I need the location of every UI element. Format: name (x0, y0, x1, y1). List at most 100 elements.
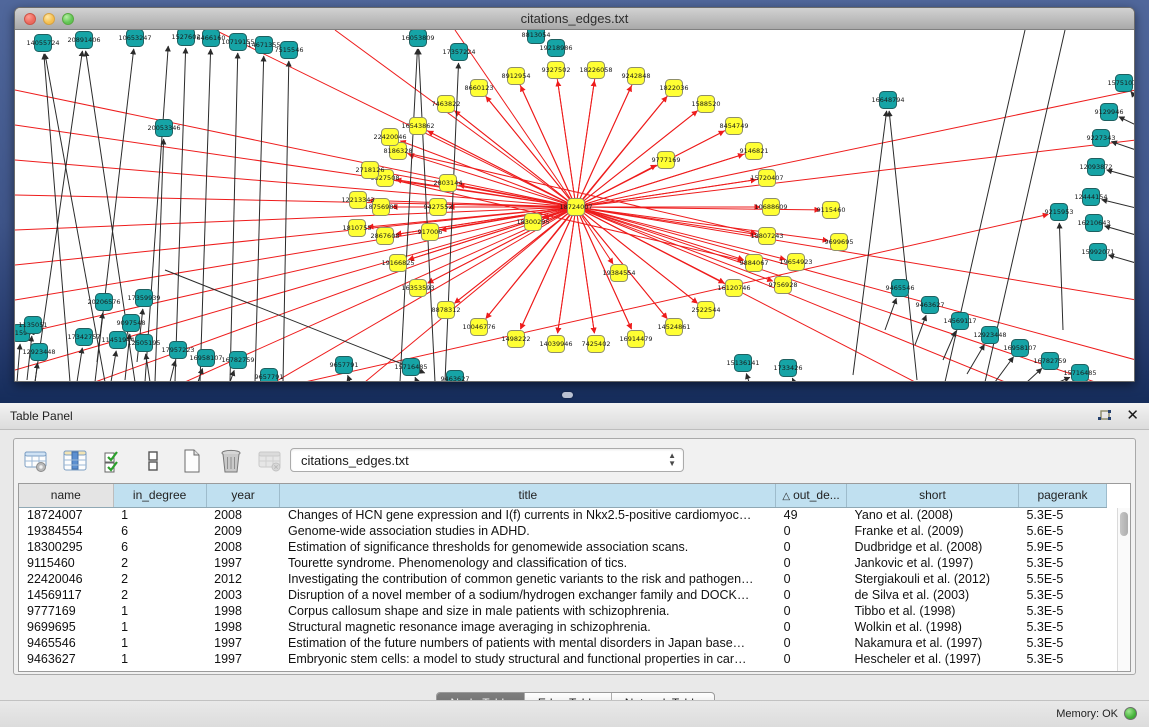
column-header-year[interactable]: year (206, 484, 280, 507)
edge[interactable] (200, 49, 211, 382)
cell-name[interactable]: 9115460 (19, 555, 113, 571)
node[interactable]: 9097548 (117, 315, 146, 332)
network-graph[interactable]: 1872400718226058932750289129548660123746… (15, 30, 1135, 382)
selected-node[interactable]: 9115460 (817, 202, 846, 219)
selected-node[interactable]: 19654923 (779, 254, 812, 271)
selected-edge[interactable] (576, 207, 828, 241)
merge-rows-icon[interactable] (139, 448, 167, 474)
selected-node[interactable]: 14039946 (539, 336, 572, 353)
node[interactable]: 20206576 (87, 294, 120, 311)
selected-node[interactable]: 10046776 (462, 319, 495, 336)
node[interactable]: 12923448 (22, 344, 55, 361)
node[interactable]: 20053346 (147, 120, 180, 137)
node[interactable]: 16648794 (871, 92, 904, 109)
cell-in_degree[interactable]: 6 (113, 539, 206, 555)
cell-pagerank[interactable]: 5.3E-5 (1018, 603, 1106, 619)
selected-node[interactable]: 10688609 (754, 199, 787, 216)
edge[interactable] (1131, 92, 1135, 98)
selected-node[interactable]: 1498222 (502, 331, 531, 348)
table-row[interactable]: 1872400712008Changes of HCN gene express… (19, 507, 1107, 523)
table-header-row[interactable]: namein_degreeyeartitle△out_de...shortpag… (19, 484, 1107, 507)
node[interactable]: 15751074 (1107, 75, 1135, 92)
edge[interactable] (77, 348, 82, 382)
cell-out_de[interactable]: 0 (776, 651, 847, 667)
table-row[interactable]: 911546021997Tourette syndrome. Phenomeno… (19, 555, 1107, 571)
selected-node[interactable]: 1588520 (692, 96, 721, 113)
cell-in_degree[interactable]: 1 (113, 635, 206, 651)
new-table-icon[interactable] (178, 448, 206, 474)
table-row[interactable]: 1456911722003Disruption of a novel membe… (19, 587, 1107, 603)
cell-year[interactable]: 1997 (206, 651, 280, 667)
cell-out_de[interactable]: 0 (776, 539, 847, 555)
cell-year[interactable]: 1998 (206, 603, 280, 619)
cell-pagerank[interactable]: 5.3E-5 (1018, 651, 1106, 667)
edge[interactable] (1059, 223, 1063, 330)
cell-name[interactable]: 9465546 (19, 635, 113, 651)
edge[interactable] (283, 61, 289, 382)
cell-year[interactable]: 1997 (206, 635, 280, 651)
table-row[interactable]: 1938455462009Genome-wide association stu… (19, 523, 1107, 539)
cell-title[interactable]: Changes of HCN gene expression and I(f) … (280, 507, 776, 523)
node[interactable]: 16958107 (1003, 340, 1036, 357)
cell-name[interactable]: 9463627 (19, 651, 113, 667)
node[interactable]: 9129946 (1095, 104, 1124, 121)
cell-in_degree[interactable]: 1 (113, 603, 206, 619)
selected-edge[interactable] (576, 207, 1135, 300)
cell-title[interactable]: Embryonic stem cells: a model to study s… (280, 651, 776, 667)
cell-title[interactable]: Disruption of a novel member of a sodium… (280, 587, 776, 603)
edge[interactable] (170, 361, 175, 382)
cell-in_degree[interactable]: 1 (113, 619, 206, 635)
cell-in_degree[interactable]: 2 (113, 571, 206, 587)
split-pane-handle[interactable] (562, 392, 573, 398)
node[interactable]: 9465546 (886, 280, 915, 297)
cell-pagerank[interactable]: 5.3E-5 (1018, 635, 1106, 651)
memory-status-indicator-icon[interactable] (1124, 707, 1137, 720)
node[interactable]: 17357224 (442, 44, 475, 61)
cell-out_de[interactable]: 0 (776, 635, 847, 651)
selected-edge[interactable] (576, 207, 744, 260)
cell-name[interactable]: 9777169 (19, 603, 113, 619)
cell-title[interactable]: Genome-wide association studies in ADHD. (280, 523, 776, 539)
node[interactable]: 9657791 (255, 369, 284, 383)
selected-edge[interactable] (15, 195, 576, 207)
column-header-in_degree[interactable]: in_degree (113, 484, 206, 507)
cell-short[interactable]: Tibbo et al. (1998) (846, 603, 1018, 619)
cell-short[interactable]: Hescheler et al. (1997) (846, 651, 1018, 667)
selected-node[interactable]: 9327502 (542, 62, 571, 79)
cell-title[interactable]: Investigating the contribution of common… (280, 571, 776, 587)
cell-title[interactable]: Corpus callosum shape and size in male p… (280, 603, 776, 619)
cell-in_degree[interactable]: 1 (113, 651, 206, 667)
edge[interactable] (17, 344, 20, 382)
table-row[interactable]: 969969511998Structural magnetic resonanc… (19, 619, 1107, 635)
selected-node[interactable]: 9699695 (825, 234, 854, 251)
selected-edge[interactable] (576, 207, 1135, 360)
cell-in_degree[interactable]: 6 (113, 523, 206, 539)
selected-node[interactable]: 19166825 (381, 255, 414, 272)
cell-year[interactable]: 2012 (206, 571, 280, 587)
column-header-name[interactable]: name (19, 484, 113, 507)
node[interactable]: 9227343 (1087, 130, 1116, 147)
table-row[interactable]: 946362711997Embryonic stem cells: a mode… (19, 651, 1107, 667)
node[interactable]: 16782759 (1033, 353, 1066, 370)
cell-title[interactable]: Tourette syndrome. Phenomenology and cla… (280, 555, 776, 571)
edge[interactable] (400, 49, 417, 382)
network-window-titlebar[interactable]: citations_edges.txt (15, 8, 1134, 30)
node[interactable]: 12923448 (973, 327, 1006, 344)
selected-node[interactable]: 7425402 (582, 336, 611, 353)
cell-out_de[interactable]: 0 (776, 619, 847, 635)
cell-pagerank[interactable]: 5.3E-5 (1018, 555, 1106, 571)
table-selector-dropdown[interactable]: citations_edges.txt ▲▼ (290, 448, 684, 472)
cell-year[interactable]: 1997 (206, 555, 280, 571)
cell-out_de[interactable]: 0 (776, 555, 847, 571)
node[interactable]: 16053809 (401, 30, 434, 47)
delete-rows-icon[interactable] (217, 448, 245, 474)
table-row[interactable]: 946554611997Estimation of the future num… (19, 635, 1107, 651)
selected-node[interactable]: 1810755 (343, 220, 372, 237)
column-header-short[interactable]: short (846, 484, 1018, 507)
cell-name[interactable]: 14569117 (19, 587, 113, 603)
selected-node[interactable]: 8912954 (502, 68, 531, 85)
table-settings-icon[interactable] (22, 448, 50, 474)
network-canvas[interactable]: 1872400718226058932750289129548660123746… (15, 30, 1134, 381)
table-scrollbar[interactable] (1117, 508, 1130, 671)
node[interactable]: 19218986 (539, 40, 572, 57)
